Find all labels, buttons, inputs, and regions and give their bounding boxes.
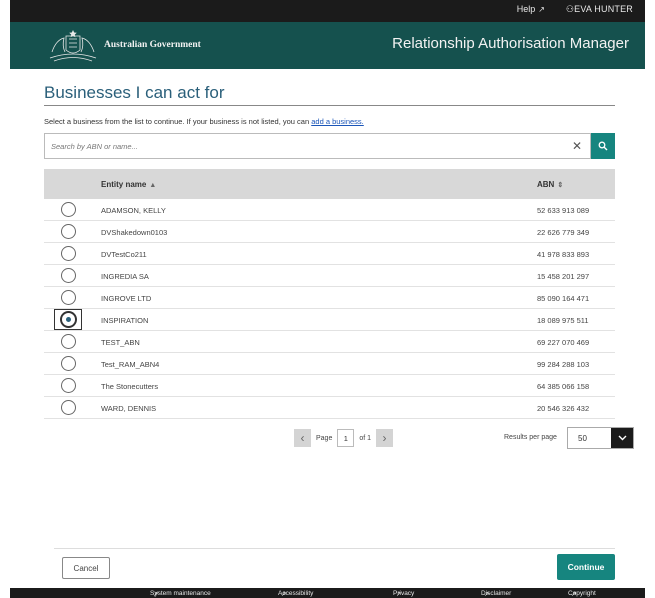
instructions-text: Select a business from the list to conti…	[44, 117, 312, 126]
row-radio[interactable]	[61, 356, 76, 371]
next-page-button[interactable]: ›	[376, 429, 394, 447]
help-label: Help	[516, 4, 536, 14]
site-header: Australian Government Relationship Autho…	[10, 22, 645, 69]
page-number-input[interactable]	[337, 429, 355, 447]
row-radio[interactable]	[61, 400, 76, 415]
external-link-icon: ↗	[484, 591, 490, 598]
results-per-page-value: 50	[578, 434, 587, 443]
chevron-right-icon: ›	[382, 431, 387, 445]
user-name: EVA HUNTER	[574, 4, 633, 14]
column-label: ABN	[537, 180, 555, 189]
sort-ascending-icon: ▲	[149, 182, 157, 189]
results-per-page-select[interactable]: 50	[567, 427, 634, 449]
abn-value: 69 227 070 469	[537, 338, 590, 347]
page-frame: Help ↗ ⚇EVA HUNTER Australian Government …	[10, 0, 645, 598]
entity-name: Test_RAM_ABN4	[101, 360, 160, 369]
table-row[interactable]: ADAMSON, KELLY 52 633 913 089	[44, 199, 615, 221]
page-title: Businesses I can act for	[44, 83, 225, 102]
row-radio[interactable]	[61, 334, 76, 349]
table-row-selected[interactable]: INSPIRATION 18 089 975 511	[44, 309, 615, 331]
table-row[interactable]: DVShakedown0103 22 626 779 349	[44, 221, 615, 243]
abn-value: 15 458 201 297	[537, 272, 590, 281]
title-divider	[44, 105, 615, 106]
entity-name: INGREDIA SA	[101, 272, 149, 281]
utility-bar: Help ↗ ⚇EVA HUNTER	[10, 0, 645, 22]
table-header: Entity name ▲ ABN ⇕	[44, 169, 615, 199]
abn-value: 22 626 779 349	[537, 228, 590, 237]
row-radio[interactable]	[61, 290, 76, 305]
entity-name: DVTestCo211	[101, 250, 147, 259]
help-link[interactable]: Help ↗	[517, 4, 545, 14]
external-link-icon: ↗	[396, 591, 402, 598]
results-per-page-toggle[interactable]	[611, 428, 633, 448]
entity-name: INSPIRATION	[101, 316, 149, 325]
table-row[interactable]: TEST_ABN 69 227 070 469	[44, 331, 615, 353]
pagination: ‹ Page of 1 ›	[294, 428, 394, 448]
government-name: Australian Government	[104, 40, 201, 50]
page-total: of 1	[359, 434, 372, 442]
table-row[interactable]: DVTestCo211 41 978 833 893	[44, 243, 615, 265]
chevron-left-icon: ‹	[300, 431, 305, 445]
table-row[interactable]: WARD, DENNIS 20 546 326 432	[44, 397, 615, 419]
search-icon	[598, 141, 608, 151]
external-link-icon: ↗	[281, 591, 287, 598]
search-input[interactable]	[51, 134, 531, 158]
row-radio[interactable]	[61, 378, 76, 393]
abn-value: 64 385 066 158	[537, 382, 590, 391]
abn-value: 85 090 164 471	[537, 294, 590, 303]
entity-name: INGROVE LTD	[101, 294, 152, 303]
app-title: Relationship Authorisation Manager	[392, 35, 629, 52]
actions-divider	[54, 548, 615, 549]
results-per-page-label: Results per page	[504, 434, 557, 441]
business-table: Entity name ▲ ABN ⇕ ADAMSON, KELLY 52 633 …	[44, 169, 615, 419]
instructions: Select a business from the list to conti…	[44, 117, 364, 126]
row-radio[interactable]	[61, 224, 76, 239]
row-radio-selected[interactable]	[61, 312, 76, 327]
continue-button[interactable]: Continue	[557, 554, 615, 580]
table-row[interactable]: INGROVE LTD 85 090 164 471	[44, 287, 615, 309]
sort-icon: ⇕	[557, 182, 564, 189]
column-header-entity-name[interactable]: Entity name ▲	[101, 180, 156, 189]
cancel-button[interactable]: Cancel	[62, 557, 110, 579]
table-row[interactable]: The Stonecutters 64 385 066 158	[44, 375, 615, 397]
abn-value: 18 089 975 511	[537, 316, 589, 325]
search-button[interactable]	[591, 133, 615, 159]
row-radio[interactable]	[61, 268, 76, 283]
entity-name: ADAMSON, KELLY	[101, 206, 166, 215]
row-radio[interactable]	[61, 202, 76, 217]
previous-page-button[interactable]: ‹	[294, 429, 311, 447]
abn-value: 20 546 326 432	[537, 404, 590, 413]
footer-link-label: System maintenance	[150, 590, 211, 597]
abn-value: 99 284 288 103	[537, 360, 590, 369]
external-link-icon: ↗	[571, 591, 577, 598]
add-business-link[interactable]: add a business.	[311, 117, 364, 126]
coat-of-arms-logo	[49, 30, 97, 62]
entity-name: WARD, DENNIS	[101, 404, 157, 413]
clear-icon[interactable]: ✕	[572, 139, 582, 153]
entity-name: DVShakedown0103	[101, 228, 168, 237]
user-icon: ⚇	[565, 4, 575, 14]
abn-value: 41 978 833 893	[537, 250, 590, 259]
abn-value: 52 633 913 089	[537, 206, 590, 215]
table-row[interactable]: INGREDIA SA 15 458 201 297	[44, 265, 615, 287]
search-box: ✕	[44, 133, 591, 159]
table-row[interactable]: Test_RAM_ABN4 99 284 288 103	[44, 353, 615, 375]
column-label: Entity name	[101, 180, 147, 189]
external-link-icon: ↗	[153, 591, 159, 598]
row-radio[interactable]	[61, 246, 76, 261]
footer-links-bar: System maintenance ↗ Accessibility ↗ Priva…	[10, 588, 645, 598]
external-link-icon: ↗	[538, 5, 545, 14]
page-label: Page	[316, 434, 333, 442]
chevron-down-icon	[618, 435, 626, 441]
user-menu[interactable]: ⚇EVA HUNTER	[566, 4, 633, 15]
entity-name: TEST_ABN	[101, 338, 140, 347]
entity-name: The Stonecutters	[101, 382, 159, 391]
column-header-abn[interactable]: ABN ⇕	[537, 180, 563, 189]
